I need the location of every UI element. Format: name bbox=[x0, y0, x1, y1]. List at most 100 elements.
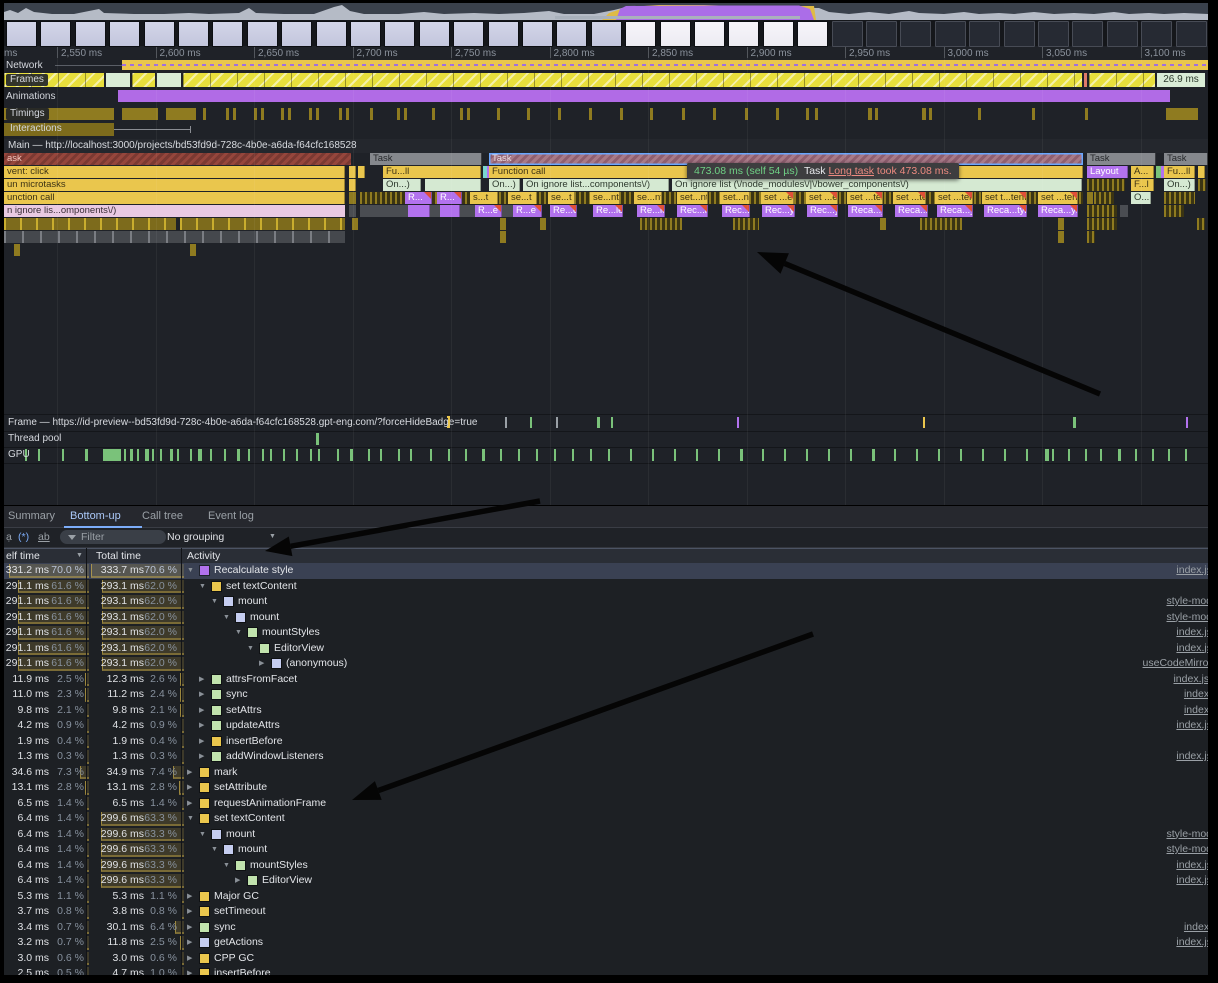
source-link[interactable]: index.js bbox=[1176, 858, 1212, 873]
animations-bar[interactable] bbox=[118, 90, 1170, 102]
flame-bar[interactable]: vent: click bbox=[4, 166, 345, 178]
flame-bar[interactable]: set...nt bbox=[677, 192, 708, 204]
filmstrip-screenshot[interactable] bbox=[144, 21, 175, 47]
filmstrip-screenshot[interactable] bbox=[1038, 21, 1069, 47]
flame-bar[interactable] bbox=[14, 244, 20, 256]
flame-bar[interactable]: Reca...le bbox=[895, 205, 928, 217]
main-thread-header[interactable]: Main — http://localhost:3000/projects/bd… bbox=[0, 139, 1218, 153]
flame-bar[interactable] bbox=[500, 231, 506, 243]
table-row[interactable]: 6.4 ms1.4 %299.6 ms63.3 %▶EditorViewinde… bbox=[4, 873, 1208, 889]
flame-bar[interactable]: Rec...yle bbox=[807, 205, 838, 217]
timing-mark[interactable] bbox=[397, 108, 400, 120]
flame-bar[interactable]: unction call bbox=[4, 192, 345, 204]
disclosure-closed-icon[interactable]: ▶ bbox=[199, 718, 204, 733]
flame-bar[interactable] bbox=[500, 218, 506, 230]
timing-mark[interactable] bbox=[815, 108, 818, 120]
filmstrip-screenshot[interactable] bbox=[797, 21, 828, 47]
timing-mark[interactable] bbox=[226, 108, 229, 120]
flame-bar[interactable] bbox=[1087, 179, 1125, 191]
frame-segment[interactable]: 26.9 ms bbox=[1157, 73, 1205, 87]
timing-mark[interactable] bbox=[776, 108, 779, 120]
timing-mark[interactable] bbox=[922, 108, 926, 120]
disclosure-closed-icon[interactable]: ▶ bbox=[187, 920, 192, 935]
table-row[interactable]: 291.1 ms61.6 %293.1 ms62.0 %▼mountstyle-… bbox=[4, 594, 1208, 610]
timing-mark[interactable] bbox=[233, 108, 236, 120]
frame-segment[interactable] bbox=[1089, 73, 1155, 87]
filmstrip-screenshot[interactable] bbox=[350, 21, 381, 47]
disclosure-closed-icon[interactable]: ▶ bbox=[199, 672, 204, 687]
timings-track[interactable] bbox=[0, 108, 1218, 120]
flame-bar[interactable]: Reca...yle bbox=[848, 205, 883, 217]
table-row[interactable]: 1.3 ms0.3 %1.3 ms0.3 %▶addWindowListener… bbox=[4, 749, 1208, 765]
disclosure-closed-icon[interactable]: ▶ bbox=[187, 889, 192, 904]
disclosure-open-icon[interactable]: ▼ bbox=[187, 811, 194, 826]
filmstrip-screenshot[interactable] bbox=[109, 21, 140, 47]
disclosure-open-icon[interactable]: ▼ bbox=[211, 842, 218, 857]
timing-mark[interactable] bbox=[281, 108, 284, 120]
timing-mark[interactable] bbox=[929, 108, 932, 120]
flame-bar[interactable] bbox=[4, 218, 176, 230]
timing-mark[interactable] bbox=[309, 108, 312, 120]
timing-mark[interactable] bbox=[497, 108, 500, 120]
flame-bar[interactable]: R...e bbox=[475, 205, 502, 217]
source-link[interactable]: style-mod bbox=[1166, 594, 1212, 609]
flame-bar[interactable]: Re...le bbox=[593, 205, 623, 217]
filmstrip-screenshot[interactable] bbox=[316, 21, 347, 47]
timing-mark[interactable] bbox=[166, 108, 196, 120]
filmstrip-screenshot[interactable] bbox=[625, 21, 656, 47]
table-row[interactable]: 291.1 ms61.6 %293.1 ms62.0 %▼EditorViewi… bbox=[4, 641, 1208, 657]
flame-bar[interactable]: set ...ent bbox=[761, 192, 794, 204]
disclosure-closed-icon[interactable]: ▶ bbox=[199, 749, 204, 764]
timing-mark[interactable] bbox=[203, 108, 206, 120]
column-header-1[interactable]: Total time bbox=[96, 549, 141, 563]
disclosure-closed-icon[interactable]: ▶ bbox=[187, 796, 192, 811]
frame-segment[interactable] bbox=[1084, 73, 1087, 87]
source-link[interactable]: index.js bbox=[1176, 935, 1212, 950]
filmstrip-screenshot[interactable] bbox=[556, 21, 587, 47]
flame-bar[interactable] bbox=[1087, 192, 1093, 204]
flame-bar[interactable]: Task bbox=[370, 153, 482, 165]
disclosure-closed-icon[interactable]: ▶ bbox=[259, 656, 264, 671]
filmstrip-screenshot[interactable] bbox=[178, 21, 209, 47]
flame-bar[interactable] bbox=[180, 218, 345, 230]
filmstrip-screenshot[interactable] bbox=[212, 21, 243, 47]
filmstrip-screenshot[interactable] bbox=[728, 21, 759, 47]
flame-bar[interactable] bbox=[880, 218, 886, 230]
timing-mark[interactable] bbox=[122, 108, 158, 120]
disclosure-open-icon[interactable]: ▼ bbox=[223, 610, 230, 625]
frame-segment[interactable] bbox=[132, 73, 155, 87]
table-row[interactable]: 11.0 ms2.3 %11.2 ms2.4 %▶syncindex. bbox=[4, 687, 1208, 703]
flame-bar[interactable] bbox=[1058, 231, 1064, 243]
filmstrip-screenshot[interactable] bbox=[935, 21, 966, 47]
flame-bar[interactable]: se...t bbox=[548, 192, 575, 204]
disclosure-closed-icon[interactable]: ▶ bbox=[187, 951, 192, 966]
timing-mark[interactable] bbox=[1085, 108, 1088, 120]
frame-segment[interactable] bbox=[183, 73, 1082, 87]
disclosure-open-icon[interactable]: ▼ bbox=[199, 579, 206, 594]
timing-mark[interactable] bbox=[875, 108, 878, 120]
tab-event-log[interactable]: Event log bbox=[202, 506, 272, 526]
source-link[interactable]: style-mod bbox=[1166, 610, 1212, 625]
timing-mark[interactable] bbox=[404, 108, 407, 120]
flame-bar[interactable]: s...t bbox=[470, 192, 498, 204]
flame-bar[interactable]: R... bbox=[437, 192, 462, 204]
filmstrip-screenshot[interactable] bbox=[832, 21, 863, 47]
disclosure-open-icon[interactable]: ▼ bbox=[199, 827, 206, 842]
flame-bar[interactable]: set...nt bbox=[720, 192, 750, 204]
filmstrip-screenshot[interactable] bbox=[384, 21, 415, 47]
flame-bar[interactable]: R... bbox=[405, 192, 432, 204]
gpu-label[interactable]: GPU bbox=[8, 449, 30, 460]
flame-bar[interactable]: On...) bbox=[383, 179, 421, 191]
timing-mark[interactable] bbox=[1032, 108, 1035, 120]
timing-mark[interactable] bbox=[1166, 108, 1198, 120]
timing-mark[interactable] bbox=[316, 108, 319, 120]
filmstrip-screenshot[interactable] bbox=[522, 21, 553, 47]
grouping-select[interactable]: No grouping bbox=[167, 528, 224, 546]
timing-mark[interactable] bbox=[261, 108, 264, 120]
filmstrip-screenshot[interactable] bbox=[453, 21, 484, 47]
tab-bottom-up[interactable]: Bottom-up bbox=[64, 506, 142, 528]
flame-bar[interactable] bbox=[358, 166, 365, 178]
flame-bar[interactable] bbox=[640, 218, 682, 230]
filmstrip-screenshot[interactable] bbox=[1176, 21, 1207, 47]
table-row[interactable]: 6.4 ms1.4 %299.6 ms63.3 %▼mountstyle-mod bbox=[4, 827, 1208, 843]
